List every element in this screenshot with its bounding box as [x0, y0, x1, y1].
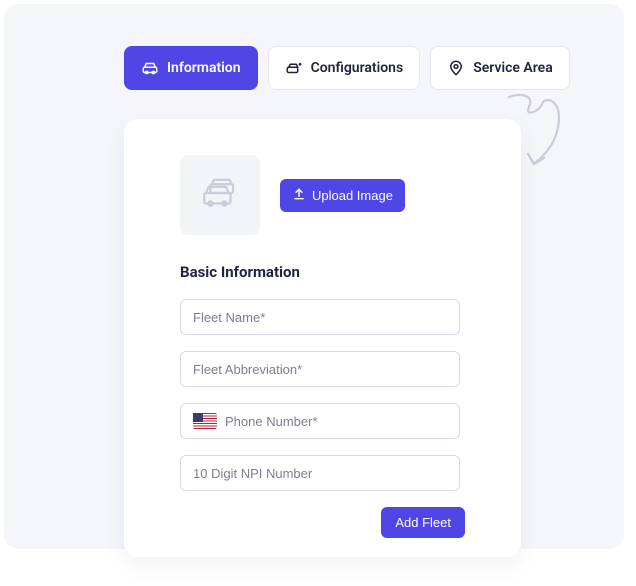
- fleet-abbreviation-input[interactable]: [193, 362, 447, 377]
- form-card: Upload Image Basic Information Add Fleet: [124, 119, 521, 557]
- npi-field-wrapper: [180, 455, 460, 491]
- section-title: Basic Information: [180, 263, 465, 281]
- phone-field-wrapper: [180, 403, 460, 439]
- upload-button-label: Upload Image: [312, 188, 393, 203]
- add-fleet-button[interactable]: Add Fleet: [381, 507, 465, 538]
- phone-input[interactable]: [225, 414, 447, 429]
- upload-image-button[interactable]: Upload Image: [280, 179, 405, 212]
- settings-icon: [285, 59, 303, 77]
- upload-row: Upload Image: [180, 155, 465, 235]
- car-icon: [141, 59, 159, 77]
- tab-service-area[interactable]: Service Area: [430, 46, 570, 90]
- location-icon: [447, 59, 465, 77]
- tab-information[interactable]: Information: [124, 46, 258, 90]
- npi-input[interactable]: [193, 466, 447, 481]
- fleet-name-field-wrapper: [180, 299, 460, 335]
- tab-label: Configurations: [311, 60, 404, 76]
- tab-label: Service Area: [473, 60, 553, 76]
- form-footer: Add Fleet: [180, 507, 465, 538]
- upload-icon: [292, 187, 306, 204]
- cars-icon: [199, 172, 241, 218]
- us-flag-icon: [193, 413, 217, 429]
- page-panel: Information Configurations Service Area: [4, 4, 624, 549]
- tab-label: Information: [167, 60, 241, 76]
- tabs-row: Information Configurations Service Area: [124, 46, 624, 90]
- fleet-abbreviation-field-wrapper: [180, 351, 460, 387]
- image-placeholder: [180, 155, 260, 235]
- tab-configurations[interactable]: Configurations: [268, 46, 421, 90]
- fleet-name-input[interactable]: [193, 310, 447, 325]
